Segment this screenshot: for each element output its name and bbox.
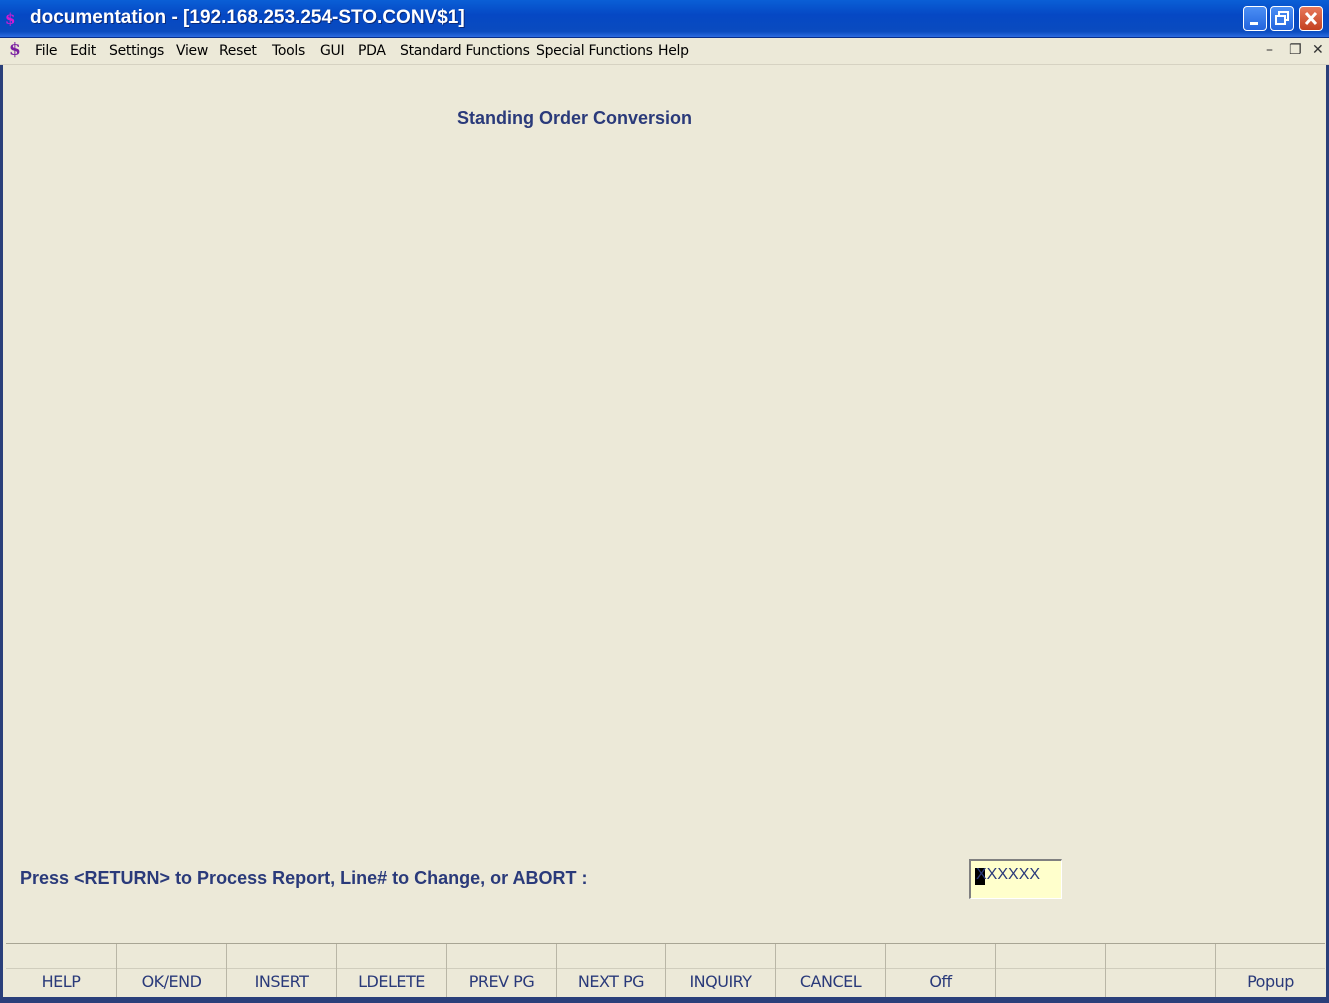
- fkey-help[interactable]: HELP: [6, 944, 117, 998]
- menu-help[interactable]: Help: [658, 43, 689, 59]
- screen-title: Standing Order Conversion: [457, 108, 693, 128]
- menu-standard-functions[interactable]: Standard Functions: [400, 43, 530, 59]
- fkey-empty-2[interactable]: [1106, 944, 1216, 998]
- fkey-label: CANCEL: [799, 972, 862, 991]
- fkey-label: LDELETE: [358, 972, 425, 991]
- fkey-ok-end[interactable]: OK/END: [117, 944, 227, 998]
- fkey-label: Popup: [1247, 972, 1294, 991]
- fkey-label: INQUIRY: [689, 972, 752, 991]
- fkey-inquiry[interactable]: INQUIRY: [666, 944, 776, 998]
- close-button[interactable]: [1299, 6, 1323, 31]
- fkey-cancel[interactable]: CANCEL: [776, 944, 886, 998]
- minimize-button[interactable]: [1243, 6, 1267, 31]
- window-title: documentation - [192.168.253.254-STO.CON…: [30, 7, 465, 28]
- bottom-border: [0, 997, 1329, 1003]
- response-input[interactable]: XXXXXX: [969, 859, 1062, 899]
- process-prompt: Press <RETURN> to Process Report, Line# …: [20, 868, 588, 888]
- menu-tools[interactable]: Tools: [272, 43, 305, 59]
- mdi-restore-icon[interactable]: ❐: [1289, 42, 1302, 58]
- menu-gui[interactable]: GUI: [320, 43, 345, 59]
- menu-file[interactable]: File: [35, 43, 58, 59]
- minimize-icon: [1250, 22, 1258, 25]
- sh-logo-icon[interactable]: $: [9, 40, 21, 60]
- mdi-close-icon[interactable]: ✕: [1312, 42, 1324, 58]
- title-bar: $ documentation - [192.168.253.254-STO.C…: [0, 0, 1329, 38]
- fkey-label: OK/END: [141, 972, 202, 991]
- mdi-minimize-icon[interactable]: –: [1266, 42, 1273, 58]
- fkey-label: NEXT PG: [577, 972, 645, 991]
- menu-edit[interactable]: Edit: [70, 43, 96, 59]
- fkey-next-pg[interactable]: NEXT PG: [557, 944, 666, 998]
- fkey-label: PREV PG: [468, 972, 535, 991]
- fkey-ldelete[interactable]: LDELETE: [337, 944, 447, 998]
- terminal-frame: [0, 65, 1329, 1003]
- fkey-label: Off: [929, 972, 952, 991]
- fkey-empty-1[interactable]: [996, 944, 1106, 998]
- function-key-bar: HELP OK/END INSERT LDELETE PREV PG NEXT …: [6, 943, 1325, 998]
- app-s-icon[interactable]: $: [5, 8, 23, 30]
- menu-view[interactable]: View: [176, 43, 208, 59]
- fkey-prev-pg[interactable]: PREV PG: [447, 944, 557, 998]
- fkey-off[interactable]: Off: [886, 944, 996, 998]
- fkey-label: INSERT: [254, 972, 309, 991]
- menu-reset[interactable]: Reset: [219, 43, 257, 59]
- menu-bar: $ File Edit Settings View Reset Tools GU…: [0, 38, 1329, 65]
- response-input-value: XXXXXX: [976, 866, 1041, 883]
- close-icon: [1304, 11, 1318, 26]
- fkey-popup[interactable]: Popup: [1216, 944, 1325, 998]
- fkey-insert[interactable]: INSERT: [227, 944, 337, 998]
- menu-settings[interactable]: Settings: [109, 43, 164, 59]
- fkey-label: HELP: [41, 972, 81, 991]
- restore-button[interactable]: [1270, 6, 1294, 31]
- restore-icon: [1275, 11, 1289, 25]
- menu-special-functions[interactable]: Special Functions: [536, 43, 653, 59]
- menu-pda[interactable]: PDA: [358, 43, 386, 59]
